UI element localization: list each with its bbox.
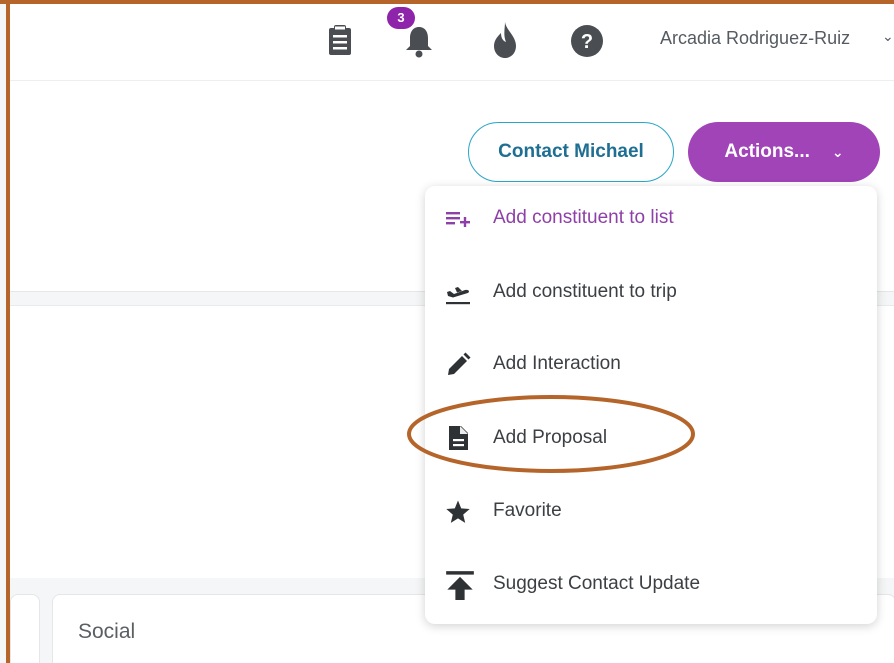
chevron-down-icon[interactable]: ⌄	[882, 28, 894, 45]
left-card	[10, 594, 40, 663]
upload-icon	[446, 571, 474, 600]
actions-menu: Add constituent to list Add constituent …	[425, 186, 877, 624]
menu-item-label: Suggest Contact Update	[493, 573, 701, 594]
menu-item-add-proposal[interactable]: Add Proposal	[425, 408, 877, 468]
svg-text:?: ?	[581, 31, 593, 53]
menu-item-label: Add constituent to list	[493, 207, 674, 228]
airplane-takeoff-icon	[446, 287, 470, 305]
actions-button-label: Actions...	[724, 141, 810, 162]
screenshot-border-top	[0, 0, 894, 4]
star-icon	[446, 500, 470, 523]
pencil-icon	[448, 352, 471, 375]
app-frame: 3 ? Arcadia Rodriguez-Ruiz ⌄ Contact Mic…	[0, 0, 894, 663]
user-menu-name[interactable]: Arcadia Rodriguez-Ruiz	[660, 28, 850, 49]
flame-icon[interactable]	[488, 20, 522, 60]
menu-item-add-to-trip[interactable]: Add constituent to trip	[425, 262, 877, 322]
menu-item-suggest-contact-update[interactable]: Suggest Contact Update	[425, 554, 877, 614]
menu-item-label: Add constituent to trip	[493, 281, 677, 302]
document-icon	[449, 426, 468, 450]
social-card-title: Social	[78, 620, 136, 643]
menu-item-add-to-list[interactable]: Add constituent to list	[425, 188, 877, 248]
clipboard-icon[interactable]	[327, 24, 353, 56]
menu-item-label: Add Proposal	[493, 427, 608, 448]
menu-item-label: Add Interaction	[493, 353, 621, 374]
notification-count-badge: 3	[387, 7, 415, 29]
screenshot-border-left	[6, 0, 10, 663]
actions-button[interactable]: Actions... ⌄	[688, 122, 880, 182]
chevron-down-icon: ⌄	[831, 143, 844, 160]
bell-icon[interactable]	[404, 24, 434, 58]
contact-button[interactable]: Contact Michael	[468, 122, 674, 182]
menu-item-favorite[interactable]: Favorite	[425, 481, 877, 541]
help-icon[interactable]: ?	[570, 24, 604, 58]
menu-item-label: Favorite	[493, 500, 562, 521]
playlist-add-icon	[446, 212, 470, 227]
menu-item-add-interaction[interactable]: Add Interaction	[425, 334, 877, 394]
